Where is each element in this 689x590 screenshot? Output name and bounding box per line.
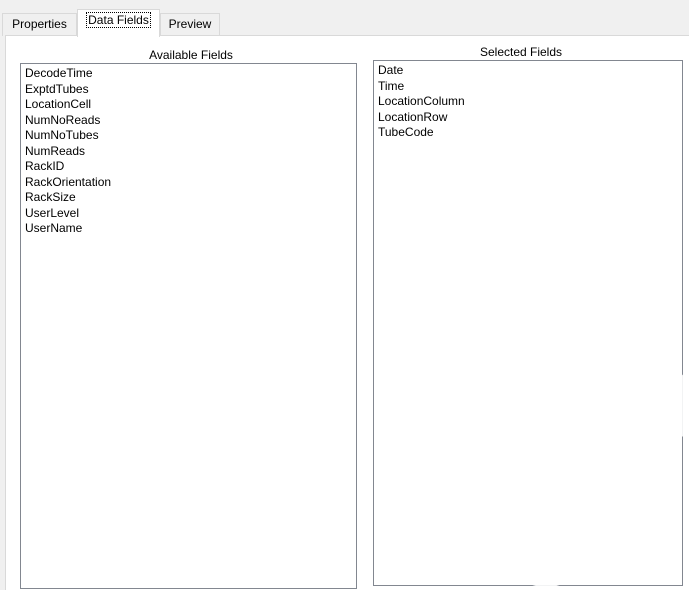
tab-data-fields[interactable]: Data Fields <box>77 9 160 37</box>
selected-field-item[interactable]: Date <box>378 63 678 79</box>
data-fields-tab-page: Available Fields DecodeTime ExptdTubes Loc… <box>5 35 689 590</box>
selected-fields-listbox[interactable]: Date Time LocationColumn LocationRow TubeCod… <box>373 60 683 586</box>
selected-field-item[interactable]: LocationRow <box>378 110 678 126</box>
available-field-item[interactable]: UserLevel <box>25 206 352 222</box>
tab-preview-label: Preview <box>168 17 212 31</box>
available-field-item[interactable]: LocationCell <box>25 97 352 113</box>
tab-data-fields-label: Data Fields <box>86 12 151 28</box>
available-field-item[interactable]: RackSize <box>25 190 352 206</box>
available-field-item[interactable]: DecodeTime <box>25 66 352 82</box>
available-field-item[interactable]: UserName <box>25 221 352 237</box>
selected-field-item[interactable]: LocationColumn <box>378 94 678 110</box>
tab-properties-label: Properties <box>12 17 67 31</box>
available-field-item[interactable]: ExptdTubes <box>25 82 352 98</box>
tab-strip: Properties Data Fields Preview <box>0 9 689 37</box>
selected-field-item[interactable]: TubeCode <box>378 125 678 141</box>
tab-properties[interactable]: Properties <box>2 13 77 36</box>
available-fields-listbox[interactable]: DecodeTime ExptdTubes LocationCell NumNoRea… <box>20 63 357 589</box>
selected-field-item[interactable]: Time <box>378 79 678 95</box>
available-fields-label: Available Fields <box>149 48 233 62</box>
data-fields-dialog: Properties Data Fields Preview Available… <box>0 0 689 590</box>
available-field-item[interactable]: NumReads <box>25 144 352 160</box>
available-field-item[interactable]: RackOrientation <box>25 175 352 191</box>
tab-preview[interactable]: Preview <box>160 13 220 36</box>
available-field-item[interactable]: NumNoTubes <box>25 128 352 144</box>
selected-fields-label: Selected Fields <box>479 45 563 59</box>
available-field-item[interactable]: NumNoReads <box>25 113 352 129</box>
available-field-item[interactable]: RackID <box>25 159 352 175</box>
